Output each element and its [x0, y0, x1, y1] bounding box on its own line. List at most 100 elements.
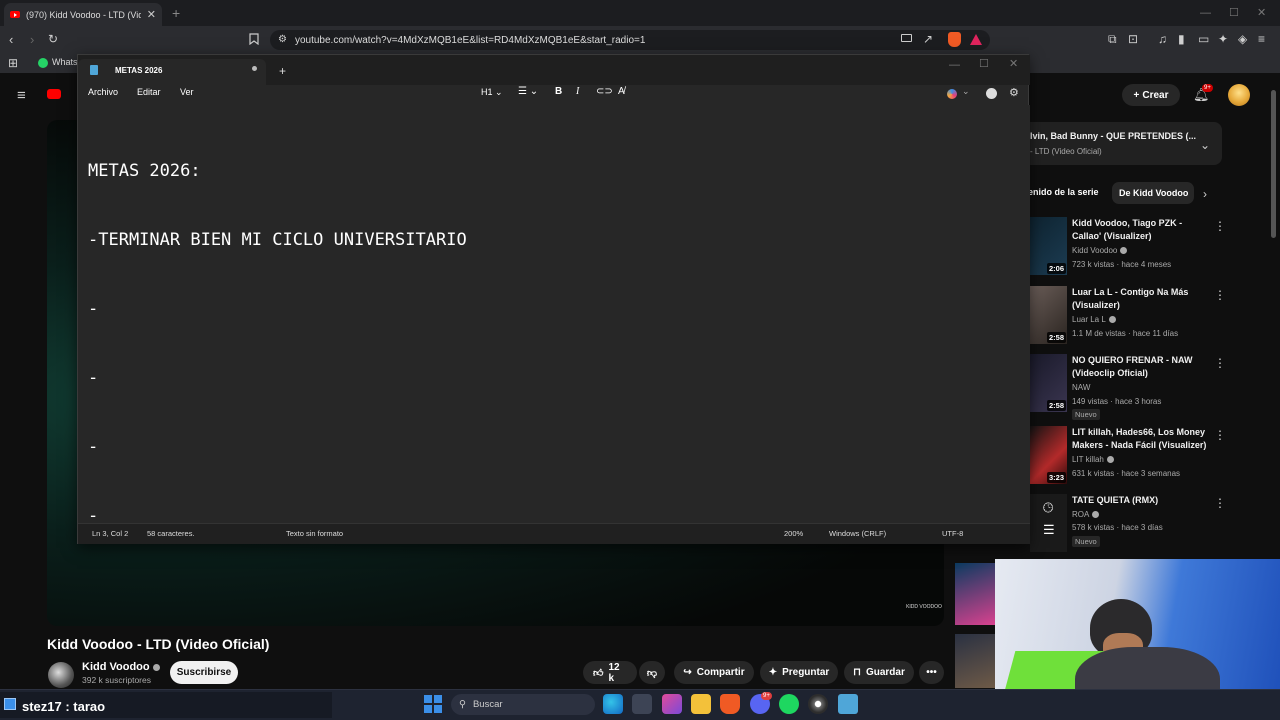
store-icon[interactable] — [632, 694, 652, 714]
subscribe-button[interactable]: Suscribirse — [170, 661, 238, 684]
close-window-icon[interactable]: ✕ — [1009, 57, 1018, 70]
menu-archivo[interactable]: Archivo — [88, 87, 118, 97]
notepad-tab[interactable] — [78, 59, 266, 85]
share-button[interactable]: ↪ Compartir — [674, 661, 754, 684]
save-button[interactable]: ⊓ Guardar — [844, 661, 914, 684]
playlist-panel[interactable] — [1018, 122, 1222, 165]
close-window-icon[interactable]: ✕ — [1257, 6, 1266, 19]
recommendation-item[interactable]: 2:06 Kidd Voodoo, Tiago PZK - Callao' (Vi… — [1030, 217, 1270, 283]
wallet-icon[interactable]: ▭ — [1198, 33, 1209, 45]
list-dropdown-icon[interactable]: ☰ ⌄ — [518, 86, 538, 97]
menu-editar[interactable]: Editar — [137, 87, 161, 97]
reload-icon[interactable]: ↻ — [48, 33, 58, 45]
more-vert-icon[interactable]: ⋮ — [1214, 219, 1226, 233]
music-icon[interactable]: ♫ — [1158, 33, 1167, 45]
sidebar-icon[interactable]: ▮ — [1178, 33, 1185, 45]
recommendation-item[interactable]: 2:58 Luar La L - Contigo Na Más (Visualiz… — [1030, 286, 1270, 352]
new-tab-icon[interactable]: + — [279, 64, 286, 78]
taskbar-search[interactable]: ⚲ Buscar — [451, 694, 595, 715]
like-button[interactable]: 👍︎ 12 k — [583, 661, 637, 684]
maximize-window-icon[interactable]: ☐ — [979, 57, 989, 70]
new-tab-icon[interactable]: + — [172, 5, 180, 21]
notepad-taskbar-icon[interactable] — [838, 694, 858, 714]
chip-from-channel[interactable]: De Kidd Voodoo — [1112, 182, 1194, 204]
text-format[interactable]: Texto sin formato — [286, 529, 343, 538]
leo-icon[interactable]: ✦ — [1218, 33, 1228, 45]
copilot-dropdown-icon[interactable]: ⌄ — [962, 86, 970, 97]
page-scrollbar[interactable] — [1271, 90, 1276, 238]
vpn-icon[interactable]: ◈ — [1238, 33, 1247, 45]
bookmark-icon[interactable] — [249, 33, 259, 45]
youtube-logo-icon[interactable] — [47, 89, 61, 99]
video-thumbnail[interactable] — [955, 563, 995, 625]
site-info-icon[interactable]: ⚙ — [278, 35, 287, 45]
back-icon[interactable]: ‹ — [9, 33, 13, 46]
spotify-icon[interactable] — [779, 694, 799, 714]
forward-icon[interactable]: › — [30, 33, 34, 46]
brave-shields-icon[interactable] — [948, 32, 961, 47]
more-actions-button[interactable]: ••• — [919, 661, 944, 684]
minimize-window-icon[interactable]: — — [949, 59, 960, 71]
recommendation-item[interactable]: 2:58 NO QUIERO FRENAR - NAW (Videoclip Of… — [1030, 354, 1270, 420]
office-icon[interactable] — [662, 694, 682, 714]
more-vert-icon[interactable]: ⋮ — [1214, 356, 1226, 370]
chat-message: stez17 : tarao — [22, 699, 106, 714]
clear-format-icon[interactable]: A̸ — [618, 86, 625, 97]
notepad-window: METAS 2026 + — ☐ ✕ Archivo Editar Ver H1… — [77, 54, 1030, 544]
share-icon[interactable]: ↗ — [923, 33, 933, 45]
chevron-down-icon[interactable]: ⌄ — [1200, 139, 1210, 151]
playlist-subtitle: - LTD (Video Oficial) — [1030, 147, 1102, 156]
italic-icon[interactable]: I — [576, 86, 579, 97]
encoding[interactable]: UTF-8 — [942, 529, 963, 538]
text-line: - — [88, 437, 99, 457]
heading-dropdown[interactable]: H1 ⌄ — [481, 87, 503, 98]
line-ending[interactable]: Windows (CRLF) — [829, 529, 886, 538]
address-bar[interactable]: ⚙ youtube.com/watch?v=4MdXzMQB1eE&list=R… — [270, 30, 990, 50]
account-icon[interactable] — [986, 88, 997, 99]
extensions-icon[interactable]: ⧉ — [1108, 33, 1117, 45]
obs-icon[interactable] — [808, 694, 828, 714]
recommendation-item[interactable]: 3:23 LIT killah, Hades66, Los Money Maker… — [1030, 426, 1270, 492]
screenshot-icon[interactable]: ⊡ — [1128, 33, 1138, 45]
channel-name[interactable]: Kidd Voodoo — [82, 661, 160, 673]
menu-ver[interactable]: Ver — [180, 87, 194, 97]
more-vert-icon[interactable]: ⋮ — [1214, 496, 1226, 510]
like-count: 12 k — [608, 661, 620, 684]
hamburger-menu-icon[interactable]: ≡ — [17, 88, 26, 103]
minimize-window-icon[interactable]: — — [1200, 7, 1211, 19]
bookmark-whatsapp[interactable]: Whats — [52, 57, 78, 67]
file-explorer-icon[interactable] — [691, 694, 711, 714]
maximize-window-icon[interactable]: ☐ — [1229, 6, 1239, 19]
link-icon[interactable]: ⊂⊃ — [596, 86, 613, 97]
new-badge: Nuevo — [1072, 409, 1100, 420]
brave-taskbar-icon[interactable] — [720, 694, 740, 714]
chip-series[interactable]: enido de la serie — [1028, 187, 1099, 197]
channel-avatar[interactable] — [48, 662, 74, 688]
playlist-title: lvin, Bad Bunny - QUE PRETENDES (... — [1030, 131, 1197, 141]
windows-start-icon[interactable] — [424, 695, 442, 713]
recommendation-item[interactable]: 🕒︎ ☰ TATE QUIETA (RMX) ROA 578 k vistas … — [1030, 494, 1270, 560]
unsaved-dot-icon[interactable] — [252, 66, 257, 71]
more-vert-icon[interactable]: ⋮ — [1214, 288, 1226, 302]
dislike-button[interactable]: 👎︎ — [639, 661, 665, 684]
close-tab-icon[interactable]: ✕ — [147, 8, 156, 21]
cast-icon[interactable] — [901, 34, 912, 42]
create-button[interactable]: + Crear — [1122, 84, 1180, 106]
apps-grid-icon[interactable]: ⊞ — [8, 57, 18, 69]
menu-icon[interactable]: ≡ — [1258, 33, 1265, 45]
bold-icon[interactable]: B — [555, 86, 562, 97]
ask-button[interactable]: ✦ Preguntar — [760, 661, 838, 684]
notepad-editor[interactable]: METAS 2026: -TERMINAR BIEN MI CICLO UNIV… — [78, 105, 1030, 526]
zoom-level[interactable]: 200% — [784, 529, 803, 538]
copilot-icon[interactable] — [947, 89, 957, 99]
more-vert-icon[interactable]: ⋮ — [1214, 428, 1226, 442]
settings-gear-icon[interactable]: ⚙ — [1009, 86, 1019, 99]
editor-text[interactable]: METAS 2026: -TERMINAR BIEN MI CICLO UNIV… — [88, 114, 467, 574]
user-avatar[interactable] — [1228, 84, 1250, 106]
brave-rewards-icon[interactable] — [970, 34, 982, 45]
video-thumbnail[interactable] — [955, 634, 995, 688]
rec-channel: NAW — [1072, 383, 1091, 392]
chevron-right-icon[interactable]: › — [1203, 188, 1207, 200]
edge-icon[interactable] — [603, 694, 623, 714]
browser-tab[interactable]: (970) Kidd Voodoo - LTD (Video ✕ — [4, 3, 162, 26]
